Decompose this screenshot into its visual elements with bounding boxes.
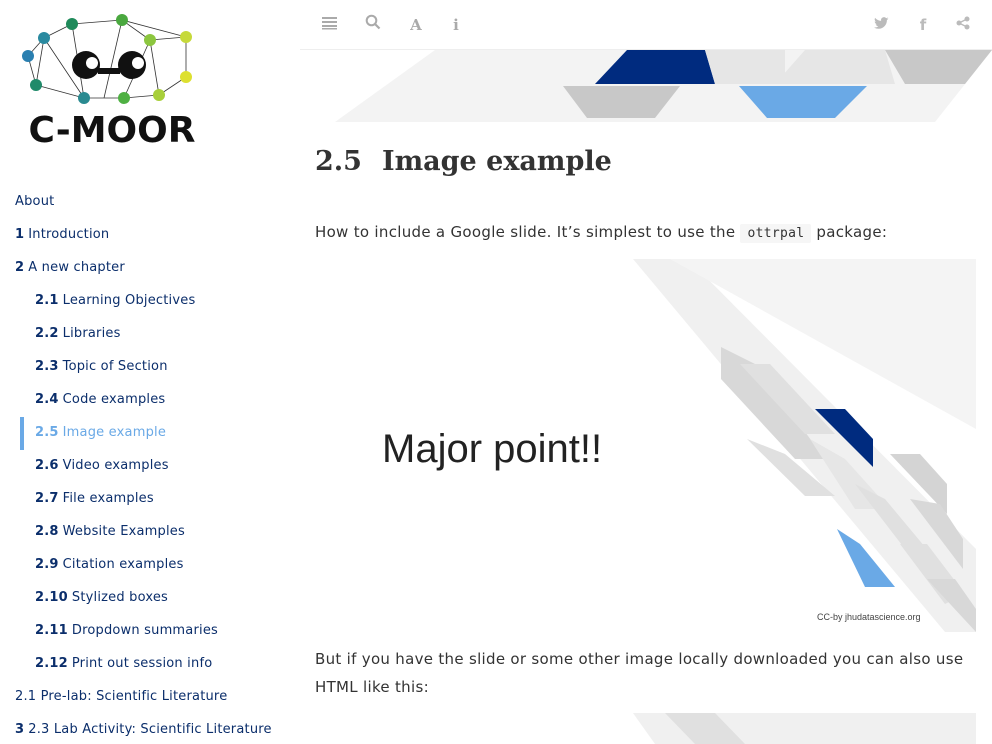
toc-item[interactable]: 2.8 Website Examples (35, 522, 185, 542)
toc-item-label: Stylized boxes (71, 590, 169, 605)
toc-item-number: 2.2 (35, 326, 59, 341)
toc-item[interactable]: 2.6 Video examples (35, 456, 169, 476)
toc-item[interactable]: 2.9 Citation examples (35, 555, 184, 575)
toc-item[interactable]: 2.4 Code examples (35, 390, 165, 410)
next-slide-image (633, 713, 976, 744)
toc-item[interactable]: 2.12 Print out session info (35, 654, 212, 674)
toc-item-label: Video examples (62, 458, 169, 473)
toc-item-label: Dropdown summaries (71, 623, 218, 638)
toc-item-label: Learning Objectives (62, 293, 196, 308)
toc-item[interactable]: 2.11 Dropdown summaries (35, 621, 218, 641)
toc-item-label: Topic of Section (62, 359, 168, 374)
active-indicator (20, 417, 24, 450)
previous-slide-image (335, 50, 992, 122)
toc-item[interactable]: 2.1 Learning Objectives (35, 291, 195, 311)
section-number: 2.5 (315, 146, 362, 177)
toc-item-label: Image example (62, 425, 167, 440)
inline-code: ottrpal (740, 224, 812, 243)
toc-item[interactable]: 2.3 Topic of Section (35, 357, 168, 377)
toc-item[interactable]: 2.2 Libraries (35, 324, 121, 344)
toc-item-number: 2.1 (35, 293, 59, 308)
slide-headline: Major point!! (382, 427, 603, 471)
toc-item-number: 2.8 (35, 524, 59, 539)
toc-toggle-icon[interactable] (320, 14, 340, 36)
section-title-text: Image example (381, 146, 612, 177)
toc-item[interactable]: 1 Introduction (15, 225, 109, 245)
toc-item-label: Website Examples (62, 524, 185, 539)
toc-item-number: 2.7 (35, 491, 59, 506)
toc-item-label: Introduction (28, 227, 110, 242)
outro-paragraph: But if you have the slide or some other … (315, 650, 964, 696)
c-moor-logo[interactable]: C-MOOR (14, 10, 214, 155)
toc-item[interactable]: 2A new chapter (15, 258, 125, 278)
toc-item-number: 2 (15, 260, 25, 275)
sidebar: C-MOOR About 1 Introduction 2 A new chapter 2… (0, 0, 300, 744)
toc-item-label: A new chapter (28, 260, 125, 275)
toc-item-number: 2.6 (35, 458, 59, 473)
toc-item-label: Libraries (62, 326, 121, 341)
toc-item-number: 2.12 (35, 656, 68, 671)
intro-text-before: How to include a Google slide. It’s simp… (315, 223, 741, 241)
font-settings-icon[interactable]: A (406, 14, 426, 36)
toc-item-label: Citation examples (62, 557, 184, 572)
toc-item-number: 3 (15, 722, 25, 737)
slide-credit: CC-by jhudatascience.org (817, 612, 921, 622)
toc-item-label: About (15, 194, 55, 209)
slide-image: Major point!! CC-by jhudatascience.org (315, 259, 976, 632)
toc-item-label: 2.1 Pre-lab: Scientific Literature (15, 689, 228, 704)
share-icon[interactable] (953, 14, 973, 36)
toc-item[interactable]: About (15, 192, 54, 212)
intro-paragraph: How to include a Google slide. It’s simp… (315, 218, 887, 248)
toc-item[interactable]: 2.5 Image example (35, 423, 166, 443)
facebook-icon[interactable]: f (913, 14, 933, 36)
twitter-icon[interactable] (871, 14, 891, 36)
toc-item-number: 2.4 (35, 392, 59, 407)
toc-item-number: 2.5 (35, 425, 59, 440)
toc-item-number: 2.10 (35, 590, 68, 605)
toc-item-number: 2.9 (35, 557, 59, 572)
toc-item[interactable]: 2.10 Stylized boxes (35, 588, 168, 608)
toc-item[interactable]: 2.7 File examples (35, 489, 154, 509)
toc-item[interactable]: 2.1 Pre-lab: Scientific Literature (15, 687, 227, 707)
info-icon[interactable]: i (446, 14, 466, 36)
main-content: 2.5 Image example How to include a Google… (300, 50, 992, 744)
toc-item[interactable]: 3 2.3 Lab Activity: Scientific Literature (15, 720, 272, 740)
toc-item-label: Code examples (62, 392, 166, 407)
search-icon[interactable] (363, 14, 383, 36)
toc-item-number: 2.3 (35, 359, 59, 374)
toc-item-number: 2.11 (35, 623, 68, 638)
logo-text: C-MOOR (29, 110, 196, 151)
toc-item-label: File examples (62, 491, 154, 506)
intro-text-after: package: (811, 223, 888, 241)
section-heading: 2.5 Image example (315, 146, 612, 177)
toc-item-number: 1 (15, 227, 25, 242)
toc-item-label: Print out session info (71, 656, 213, 671)
toolbar: A i f (300, 0, 992, 50)
toc-item-label: 2.3 Lab Activity: Scientific Literature (28, 722, 272, 737)
